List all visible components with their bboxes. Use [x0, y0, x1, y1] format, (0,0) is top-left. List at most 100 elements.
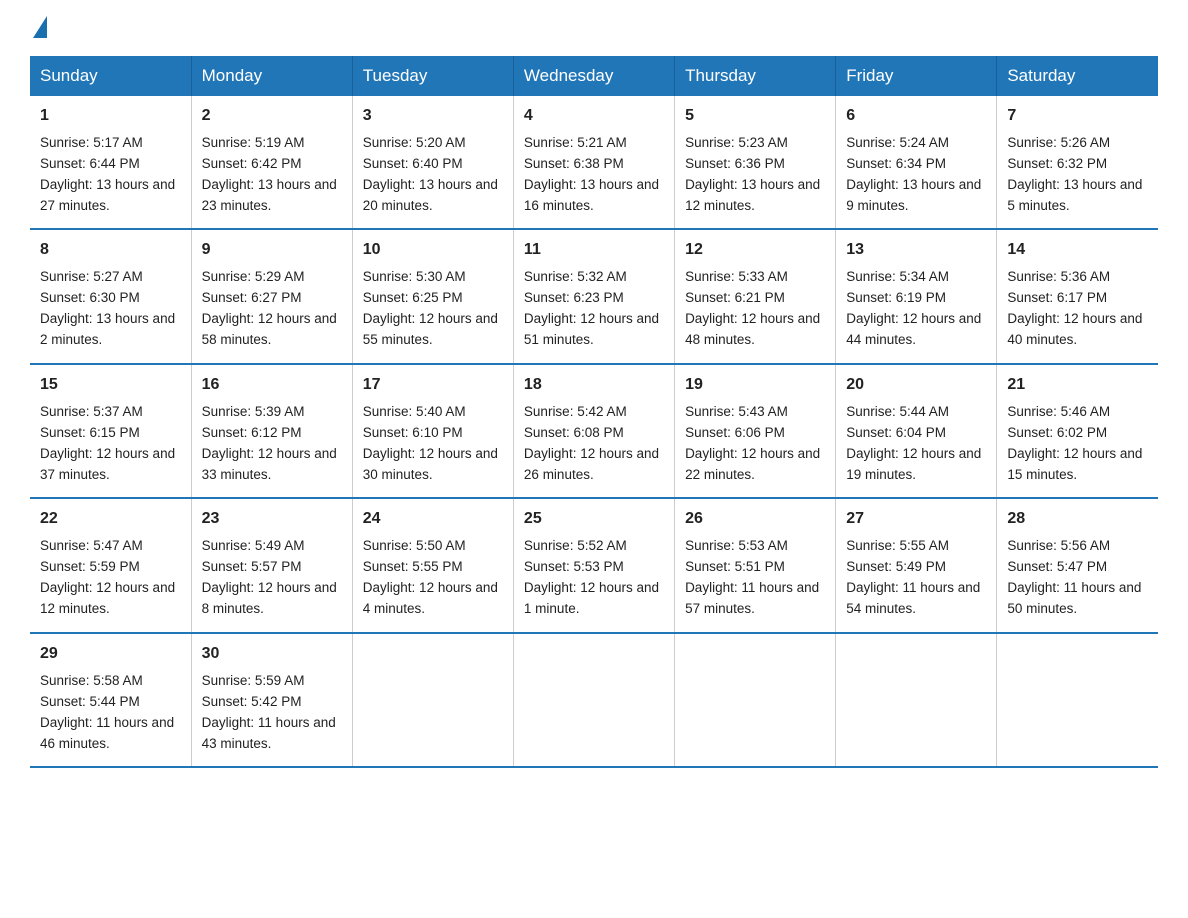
sunset-text: Sunset: 6:27 PM	[202, 290, 302, 305]
daylight-text: Daylight: 12 hours and 1 minute.	[524, 580, 659, 616]
calendar-cell: 17Sunrise: 5:40 AMSunset: 6:10 PMDayligh…	[352, 364, 513, 498]
calendar-cell: 27Sunrise: 5:55 AMSunset: 5:49 PMDayligh…	[836, 498, 997, 632]
sunset-text: Sunset: 5:55 PM	[363, 559, 463, 574]
sunrise-text: Sunrise: 5:50 AM	[363, 538, 466, 553]
sunrise-text: Sunrise: 5:26 AM	[1007, 135, 1110, 150]
sunset-text: Sunset: 6:04 PM	[846, 425, 946, 440]
calendar-cell: 19Sunrise: 5:43 AMSunset: 6:06 PMDayligh…	[675, 364, 836, 498]
daylight-text: Daylight: 12 hours and 37 minutes.	[40, 446, 175, 482]
header-saturday: Saturday	[997, 56, 1158, 96]
day-number: 26	[685, 507, 825, 532]
sunrise-text: Sunrise: 5:34 AM	[846, 269, 949, 284]
calendar-cell: 20Sunrise: 5:44 AMSunset: 6:04 PMDayligh…	[836, 364, 997, 498]
header-wednesday: Wednesday	[513, 56, 674, 96]
sunset-text: Sunset: 6:02 PM	[1007, 425, 1107, 440]
daylight-text: Daylight: 12 hours and 33 minutes.	[202, 446, 337, 482]
daylight-text: Daylight: 12 hours and 22 minutes.	[685, 446, 820, 482]
sunrise-text: Sunrise: 5:17 AM	[40, 135, 143, 150]
day-number: 11	[524, 238, 664, 263]
calendar-week-row: 1Sunrise: 5:17 AMSunset: 6:44 PMDaylight…	[30, 96, 1158, 229]
page-header	[30, 20, 1158, 38]
sunrise-text: Sunrise: 5:47 AM	[40, 538, 143, 553]
sunrise-text: Sunrise: 5:42 AM	[524, 404, 627, 419]
sunset-text: Sunset: 5:53 PM	[524, 559, 624, 574]
day-number: 3	[363, 104, 503, 129]
sunset-text: Sunset: 5:42 PM	[202, 694, 302, 709]
sunset-text: Sunset: 6:42 PM	[202, 156, 302, 171]
day-number: 27	[846, 507, 986, 532]
day-number: 8	[40, 238, 181, 263]
sunrise-text: Sunrise: 5:30 AM	[363, 269, 466, 284]
daylight-text: Daylight: 12 hours and 48 minutes.	[685, 311, 820, 347]
calendar-cell: 1Sunrise: 5:17 AMSunset: 6:44 PMDaylight…	[30, 96, 191, 229]
calendar-week-row: 8Sunrise: 5:27 AMSunset: 6:30 PMDaylight…	[30, 229, 1158, 363]
day-number: 23	[202, 507, 342, 532]
sunset-text: Sunset: 6:17 PM	[1007, 290, 1107, 305]
day-number: 15	[40, 373, 181, 398]
sunrise-text: Sunrise: 5:39 AM	[202, 404, 305, 419]
daylight-text: Daylight: 13 hours and 5 minutes.	[1007, 177, 1142, 213]
daylight-text: Daylight: 11 hours and 46 minutes.	[40, 715, 174, 751]
calendar-cell: 6Sunrise: 5:24 AMSunset: 6:34 PMDaylight…	[836, 96, 997, 229]
daylight-text: Daylight: 12 hours and 30 minutes.	[363, 446, 498, 482]
calendar-cell: 10Sunrise: 5:30 AMSunset: 6:25 PMDayligh…	[352, 229, 513, 363]
calendar-cell: 23Sunrise: 5:49 AMSunset: 5:57 PMDayligh…	[191, 498, 352, 632]
calendar-cell: 4Sunrise: 5:21 AMSunset: 6:38 PMDaylight…	[513, 96, 674, 229]
calendar-cell: 2Sunrise: 5:19 AMSunset: 6:42 PMDaylight…	[191, 96, 352, 229]
day-number: 7	[1007, 104, 1148, 129]
calendar-cell: 12Sunrise: 5:33 AMSunset: 6:21 PMDayligh…	[675, 229, 836, 363]
daylight-text: Daylight: 13 hours and 2 minutes.	[40, 311, 175, 347]
sunset-text: Sunset: 6:40 PM	[363, 156, 463, 171]
sunrise-text: Sunrise: 5:56 AM	[1007, 538, 1110, 553]
daylight-text: Daylight: 12 hours and 19 minutes.	[846, 446, 981, 482]
daylight-text: Daylight: 11 hours and 43 minutes.	[202, 715, 336, 751]
calendar-cell: 26Sunrise: 5:53 AMSunset: 5:51 PMDayligh…	[675, 498, 836, 632]
sunrise-text: Sunrise: 5:53 AM	[685, 538, 788, 553]
calendar-header-row: SundayMondayTuesdayWednesdayThursdayFrid…	[30, 56, 1158, 96]
day-number: 21	[1007, 373, 1148, 398]
daylight-text: Daylight: 13 hours and 20 minutes.	[363, 177, 498, 213]
day-number: 4	[524, 104, 664, 129]
logo-triangle-icon	[33, 16, 47, 38]
calendar-cell	[675, 633, 836, 767]
calendar-cell: 29Sunrise: 5:58 AMSunset: 5:44 PMDayligh…	[30, 633, 191, 767]
day-number: 24	[363, 507, 503, 532]
sunrise-text: Sunrise: 5:49 AM	[202, 538, 305, 553]
sunset-text: Sunset: 6:25 PM	[363, 290, 463, 305]
sunrise-text: Sunrise: 5:27 AM	[40, 269, 143, 284]
sunset-text: Sunset: 5:44 PM	[40, 694, 140, 709]
daylight-text: Daylight: 13 hours and 16 minutes.	[524, 177, 659, 213]
daylight-text: Daylight: 12 hours and 58 minutes.	[202, 311, 337, 347]
calendar-cell	[513, 633, 674, 767]
daylight-text: Daylight: 12 hours and 51 minutes.	[524, 311, 659, 347]
calendar-cell: 28Sunrise: 5:56 AMSunset: 5:47 PMDayligh…	[997, 498, 1158, 632]
day-number: 30	[202, 642, 342, 667]
sunset-text: Sunset: 6:38 PM	[524, 156, 624, 171]
sunset-text: Sunset: 6:23 PM	[524, 290, 624, 305]
calendar-cell: 25Sunrise: 5:52 AMSunset: 5:53 PMDayligh…	[513, 498, 674, 632]
calendar-cell: 16Sunrise: 5:39 AMSunset: 6:12 PMDayligh…	[191, 364, 352, 498]
day-number: 20	[846, 373, 986, 398]
calendar-cell: 3Sunrise: 5:20 AMSunset: 6:40 PMDaylight…	[352, 96, 513, 229]
sunset-text: Sunset: 6:19 PM	[846, 290, 946, 305]
daylight-text: Daylight: 13 hours and 23 minutes.	[202, 177, 337, 213]
sunrise-text: Sunrise: 5:33 AM	[685, 269, 788, 284]
daylight-text: Daylight: 12 hours and 44 minutes.	[846, 311, 981, 347]
sunrise-text: Sunrise: 5:58 AM	[40, 673, 143, 688]
calendar-cell	[836, 633, 997, 767]
daylight-text: Daylight: 11 hours and 57 minutes.	[685, 580, 819, 616]
sunset-text: Sunset: 5:49 PM	[846, 559, 946, 574]
calendar-cell: 11Sunrise: 5:32 AMSunset: 6:23 PMDayligh…	[513, 229, 674, 363]
daylight-text: Daylight: 13 hours and 9 minutes.	[846, 177, 981, 213]
day-number: 12	[685, 238, 825, 263]
calendar-cell: 14Sunrise: 5:36 AMSunset: 6:17 PMDayligh…	[997, 229, 1158, 363]
sunset-text: Sunset: 6:08 PM	[524, 425, 624, 440]
calendar-cell: 15Sunrise: 5:37 AMSunset: 6:15 PMDayligh…	[30, 364, 191, 498]
daylight-text: Daylight: 12 hours and 55 minutes.	[363, 311, 498, 347]
calendar-cell: 30Sunrise: 5:59 AMSunset: 5:42 PMDayligh…	[191, 633, 352, 767]
sunset-text: Sunset: 6:10 PM	[363, 425, 463, 440]
daylight-text: Daylight: 11 hours and 54 minutes.	[846, 580, 980, 616]
calendar-table: SundayMondayTuesdayWednesdayThursdayFrid…	[30, 56, 1158, 768]
calendar-week-row: 15Sunrise: 5:37 AMSunset: 6:15 PMDayligh…	[30, 364, 1158, 498]
header-thursday: Thursday	[675, 56, 836, 96]
